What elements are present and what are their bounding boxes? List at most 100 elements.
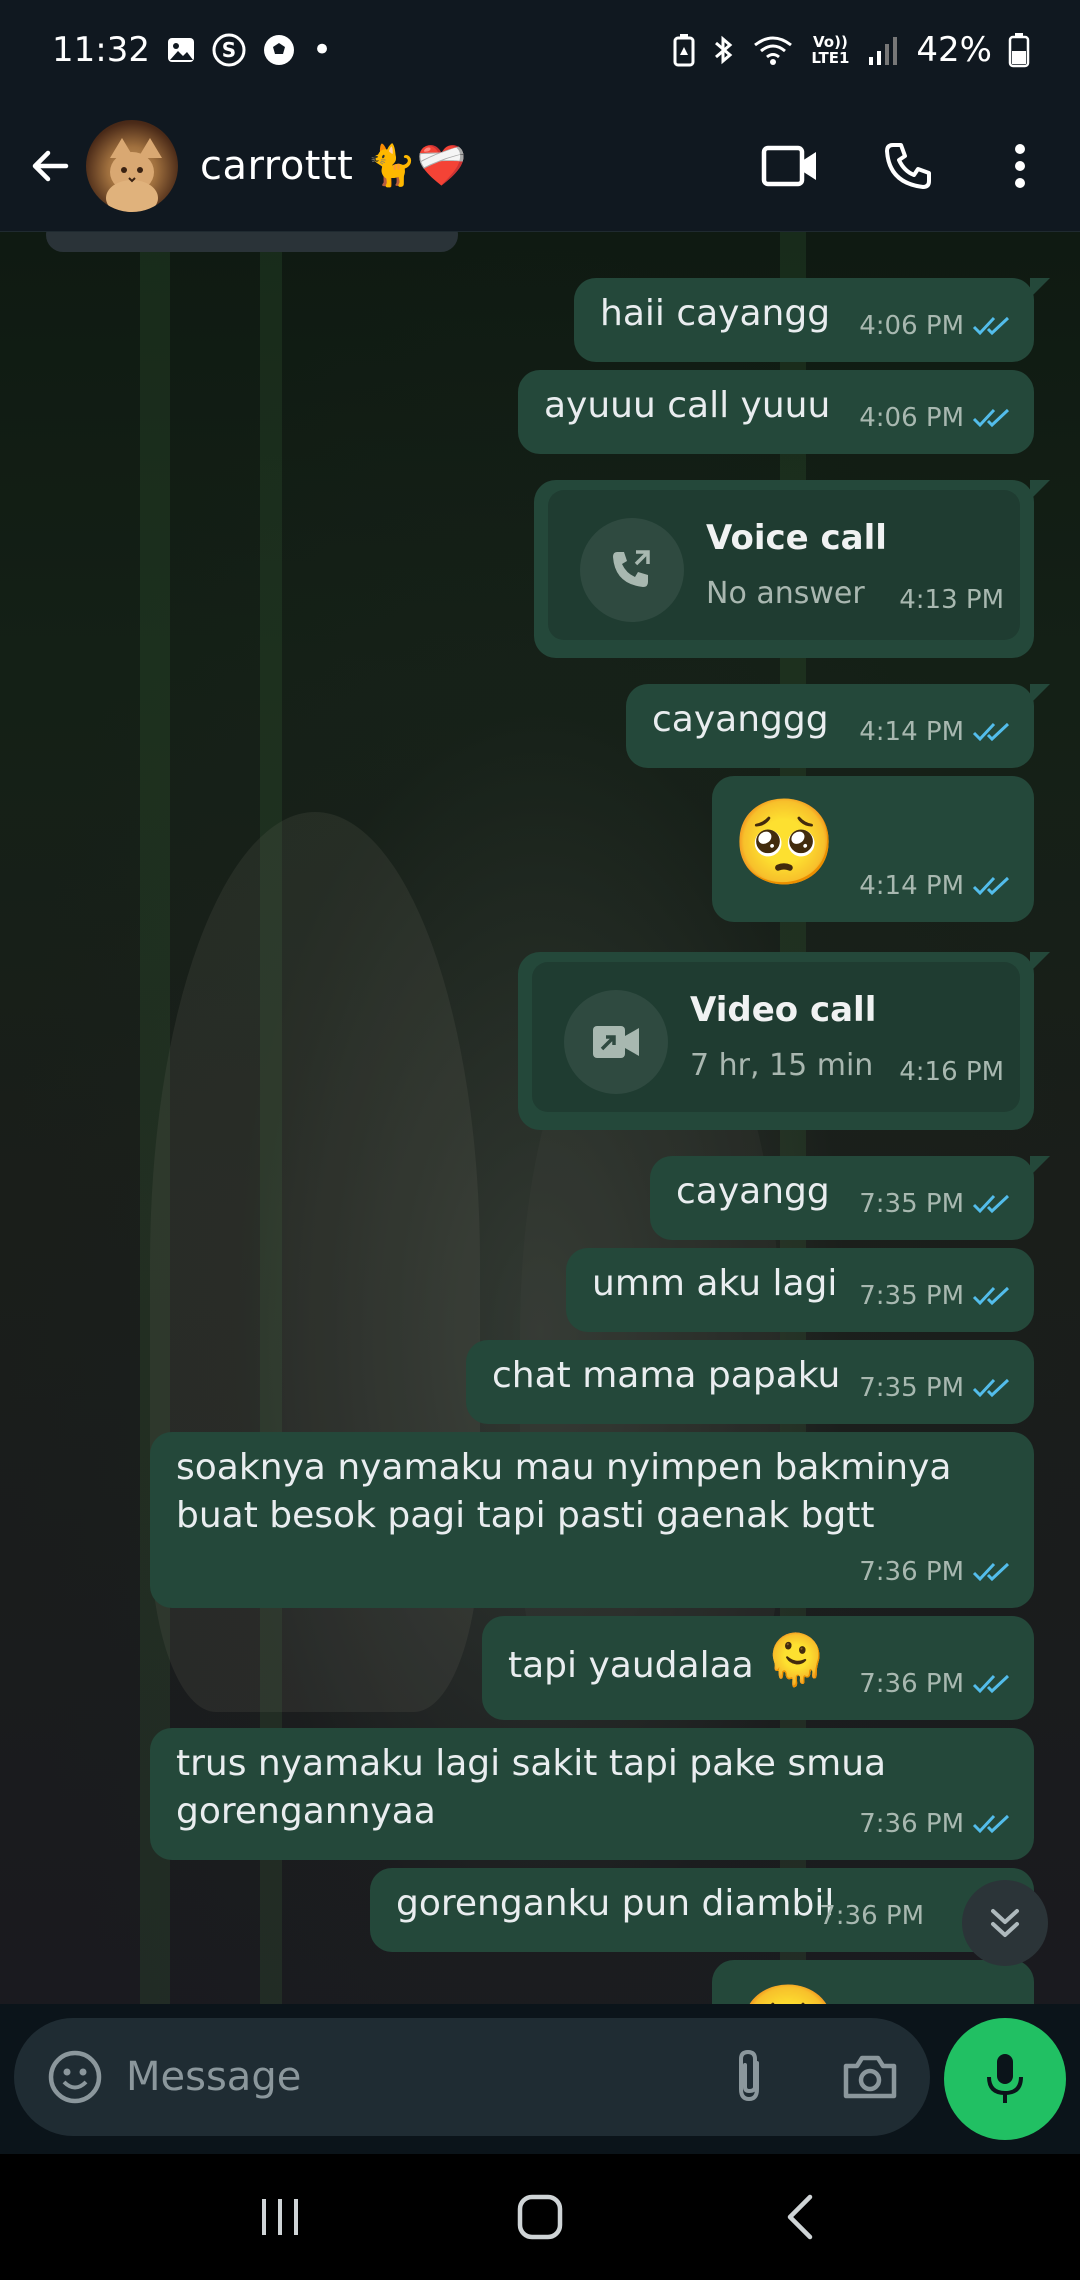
call-card[interactable]: Voice call No answer 4:13 PM [548,490,1020,640]
message-bubble[interactable]: ayuuu call yuuu 4:06 PM [518,370,1034,454]
message-meta: 7:36 PM [819,1892,924,1940]
more-options-button[interactable] [976,122,1064,210]
chat-area[interactable]: haii cayangg 4:06 PM ayuuu call yuuu 4:0… [0,232,1080,2004]
message-bubble[interactable]: umm aku lagi 7:35 PM [566,1248,1034,1332]
message-time: 4:06 PM [859,311,964,341]
message-bubble[interactable]: cayangg 7:35 PM [650,1156,1050,1240]
message-meta: 4:14 PM [859,708,1012,756]
emoji-message-bubble[interactable]: 🥺 4:14 PM [712,776,1034,922]
more-vert-icon [1015,143,1025,188]
message-bubble[interactable]: cayanggg 4:14 PM [626,684,1050,768]
message-meta: 7:35 PM [859,1180,1012,1228]
read-ticks-icon [972,1561,1012,1583]
message-bubble-partial[interactable]: 🥺 [712,1960,1034,2004]
message-time: 7:35 PM [859,1281,964,1311]
message-bubble[interactable]: tapi yaudalaa 🫠 7:36 PM [482,1616,1034,1720]
home-button[interactable] [490,2167,590,2267]
video-call-button[interactable] [746,122,834,210]
message-meta: 7:36 PM [859,1548,1012,1596]
camera-button[interactable] [830,2042,910,2112]
message-text: cayanggg [652,699,829,740]
message-time: 7:36 PM [859,1809,964,1839]
read-ticks-icon [972,1377,1012,1399]
call-bubble[interactable]: Voice call No answer 4:13 PM [534,480,1050,658]
home-icon [517,2194,563,2240]
message-bubble[interactable]: gorenganku pun diambil 7:36 PM [370,1868,1034,1952]
scroll-to-bottom-button[interactable] [962,1880,1048,1966]
call-type: Video call [690,990,877,1030]
attach-button[interactable] [714,2042,784,2112]
voice-message-button[interactable] [944,2018,1066,2140]
recents-icon [262,2199,298,2235]
message-time: 4:14 PM [859,871,964,901]
date-pill-partial [46,232,458,252]
status-bar: 11:32 S • Vo)) LTE1 42% [0,0,1080,100]
volte-label: Vo)) LTE1 [811,33,850,67]
double-chevron-down-icon [991,1909,1019,1937]
message-meta: 4:14 PM [859,862,1012,910]
message-meta: 7:35 PM [859,1364,1012,1412]
signal-icon [866,33,900,67]
voice-call-button[interactable] [864,122,952,210]
message-text: soaknya nyamaku mau nyimpen bakminya bua… [176,1447,952,1536]
message-time: 4:14 PM [859,717,964,747]
message-meta: 7:36 PM [859,1800,1012,1848]
call-status: No answer [706,576,865,611]
emoji-icon [48,2050,102,2104]
message-time: 7:35 PM [859,1189,964,1219]
message-time: 4:13 PM [899,585,1004,615]
message-bubble[interactable]: haii cayangg 4:06 PM [574,278,1050,362]
emoji-button[interactable] [40,2042,110,2112]
status-dot: • [311,30,333,70]
status-right: Vo)) LTE1 42% [672,30,1030,70]
message-text: chat mama papaku [492,1355,841,1396]
message-meta: 7:35 PM [859,1272,1012,1320]
message-time: 7:36 PM [859,1669,964,1699]
wifi-icon [752,33,794,67]
message-text: gorenganku pun diambil [396,1883,835,1924]
message-text: ayuuu call yuuu [544,385,831,426]
recents-button[interactable] [230,2167,330,2267]
message-composer [0,2004,1080,2154]
battery-saver-icon [672,33,696,67]
message-text-part: tapi yaudalaa [508,1645,754,1686]
read-ticks-icon [972,315,1012,337]
call-bubble[interactable]: Video call 7 hr, 15 min 4:16 PM [518,952,1050,1130]
message-text: tapi yaudalaa 🫠 [508,1635,827,1690]
system-navigation-bar [0,2154,1080,2280]
read-ticks-icon [972,721,1012,743]
read-ticks-icon [972,407,1012,429]
read-ticks-icon [972,1813,1012,1835]
message-input[interactable] [126,2046,686,2108]
read-ticks-icon [972,1673,1012,1695]
svg-text:S: S [222,38,236,62]
message-meta: 7:36 PM [859,1660,1012,1708]
call-card[interactable]: Video call 7 hr, 15 min 4:16 PM [532,962,1020,1112]
message-input-bar[interactable] [14,2018,930,2136]
contact-avatar[interactable] [86,119,178,212]
message-text: cayangg [676,1171,830,1212]
s-app-icon: S [212,33,246,67]
status-time: 11:32 [52,30,150,70]
message-bubble[interactable]: trus nyamaku lagi sakit tapi pake smua g… [150,1728,1034,1860]
chat-header: carrottt 🐈❤️‍🩹 [0,100,1080,232]
read-ticks-icon [972,1285,1012,1307]
bluetooth-icon [712,33,736,67]
battery-icon [1008,32,1030,68]
paperclip-icon [739,2049,759,2102]
melting-face-emoji: 🫠 [765,1631,828,1689]
back-button[interactable] [10,126,90,206]
phone-icon [885,142,931,189]
gallery-icon [166,35,196,65]
missed-voice-call-icon [580,518,684,622]
message-text: umm aku lagi [592,1263,838,1304]
message-time: 7:36 PM [859,1557,964,1587]
message-bubble[interactable]: chat mama papaku 7:35 PM [466,1340,1034,1424]
back-nav-button[interactable] [750,2167,850,2267]
message-bubble[interactable]: soaknya nyamaku mau nyimpen bakminya bua… [150,1432,1034,1608]
message-text: haii cayangg [600,293,831,334]
status-left: 11:32 S • [52,30,332,70]
call-duration: 7 hr, 15 min [690,1048,874,1083]
outgoing-video-call-icon [564,990,668,1094]
contact-name[interactable]: carrottt 🐈❤️‍🩹 [200,142,467,189]
